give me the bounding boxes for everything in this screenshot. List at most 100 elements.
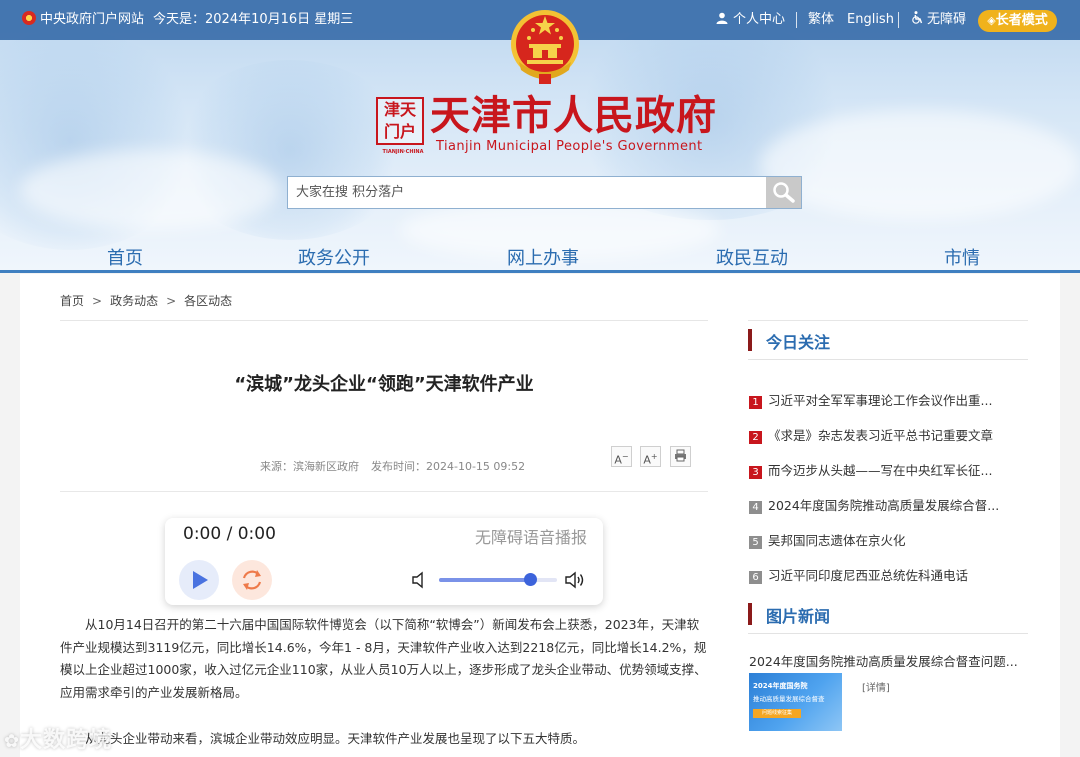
thumbnail-tag: 问题线索征集 xyxy=(753,709,801,718)
today-focus-title: 今日关注 xyxy=(766,333,831,352)
replay-icon xyxy=(242,570,262,590)
traditional-chinese-link[interactable]: 繁体 xyxy=(808,0,834,40)
elder-icon: ◈ xyxy=(987,14,996,27)
article-paragraph: 从龙头企业带动来看，滨城企业带动效应明显。天津软件产业发展也呈现了以下五大特质。 xyxy=(85,731,586,746)
tianjin-logo: 津天 门户 TIANJIN·CHINA xyxy=(376,97,424,155)
topbar-divider xyxy=(898,12,899,28)
news-item[interactable]: 1 习近平对全军军事理论工作会议作出重... xyxy=(749,390,1029,412)
news-title: 习近平对全军军事理论工作会议作出重... xyxy=(768,393,993,408)
search-box xyxy=(287,176,802,209)
thumbnail-text: 推动高质量发展综合督查 xyxy=(753,695,825,703)
news-rank: 6 xyxy=(749,571,762,584)
site-subtitle: Tianjin Municipal People's Government xyxy=(436,139,703,154)
print-button[interactable] xyxy=(670,446,691,467)
news-title: 《求是》杂志发表习近平总书记重要文章 xyxy=(768,428,994,443)
main-nav: 首页 政务公开 网上办事 政民互动 市情 xyxy=(0,240,1080,272)
elder-mode-button[interactable]: ◈长者模式 xyxy=(978,10,1057,32)
personal-center-label: 个人中心 xyxy=(733,12,786,27)
search-input[interactable] xyxy=(288,177,766,208)
gov-portal-link[interactable]: 中央政府门户网站 xyxy=(22,0,144,40)
main-content: 首页 > 政务动态 > 各区动态 “滨城”龙头企业“领跑”天津软件产业 来源：滨海新区政… xyxy=(20,274,1060,757)
sidebar-divider xyxy=(748,633,1028,634)
site-header: 中央政府门户网站 今天是：2024年10月16日 星期三 个人中心 繁体 Eng… xyxy=(0,0,1080,272)
search-button[interactable] xyxy=(766,177,801,208)
heading-bar xyxy=(748,603,752,625)
logo-text: 门户 xyxy=(383,122,416,141)
nav-item-interaction[interactable]: 政民互动 xyxy=(716,244,788,270)
logo-caption: TIANJIN·CHINA xyxy=(382,149,424,155)
search-icon xyxy=(773,182,795,203)
breadcrumb-districts[interactable]: 各区动态 xyxy=(184,292,232,309)
volume-high-icon[interactable] xyxy=(564,570,586,590)
nav-item-government-affairs[interactable]: 政务公开 xyxy=(298,244,370,270)
play-button[interactable] xyxy=(179,560,219,600)
article-paragraph: 从10月14日召开的第二十六届中国国际软件博览会（以下简称“软博会”）新闻发布会… xyxy=(60,617,707,700)
breadcrumb: 首页 > 政务动态 > 各区动态 xyxy=(60,292,232,309)
heading-bar xyxy=(748,329,752,351)
accessibility-label: 无障碍 xyxy=(927,12,967,27)
national-emblem-icon xyxy=(22,11,36,25)
volume-slider[interactable] xyxy=(439,573,557,586)
news-title: 吴邦国同志遗体在京火化 xyxy=(768,533,906,548)
news-title: 而今迈步从头越——写在中央红军长征... xyxy=(768,463,993,478)
news-item[interactable]: 6 习近平同印度尼西亚总统佐科通电话 xyxy=(749,565,1029,587)
gov-portal-label: 中央政府门户网站 xyxy=(40,12,145,27)
picture-news-detail-link[interactable]: [详情] xyxy=(862,679,890,694)
nav-underline xyxy=(0,270,1080,273)
breadcrumb-divider xyxy=(748,320,1028,321)
news-title: 习近平同印度尼西亚总统佐科通电话 xyxy=(768,568,969,583)
elder-mode-label: 长者模式 xyxy=(995,13,1048,28)
accessibility-link[interactable]: 无障碍 xyxy=(911,0,966,40)
news-item[interactable]: 2 《求是》杂志发表习近平总书记重要文章 xyxy=(749,425,1029,447)
news-rank: 1 xyxy=(749,396,762,409)
news-rank: 5 xyxy=(749,536,762,549)
logo-text: 津天 xyxy=(383,100,416,119)
printer-icon xyxy=(675,449,686,462)
breadcrumb-divider xyxy=(60,320,708,321)
user-icon xyxy=(716,12,728,24)
play-icon xyxy=(193,571,208,589)
picture-news-thumbnail[interactable]: 2024年度国务院 推动高质量发展综合督查 问题线索征集 xyxy=(749,673,842,731)
nav-item-online-services[interactable]: 网上办事 xyxy=(507,244,579,270)
wheelchair-icon xyxy=(912,11,923,24)
background-cloud xyxy=(20,150,280,230)
breadcrumb-news[interactable]: 政务动态 xyxy=(110,292,158,309)
background-cloud xyxy=(760,110,1080,220)
plus-icon: + xyxy=(650,452,658,461)
nav-item-home[interactable]: 首页 xyxy=(107,244,143,270)
font-decrease-button[interactable]: A− xyxy=(611,446,632,467)
player-label: 无障碍语音播报 xyxy=(474,528,587,547)
site-title: 天津市人民政府 xyxy=(430,92,717,139)
article-publish-time: 发布时间：2024-10-15 09:52 xyxy=(371,460,526,473)
watermark: ✿​大数跨境 xyxy=(4,722,112,753)
nav-item-city-info[interactable]: 市情 xyxy=(944,244,980,270)
news-item[interactable]: 3 而今迈步从头越——写在中央红军长征... xyxy=(749,460,1029,482)
breadcrumb-separator: > xyxy=(166,294,177,308)
article-divider xyxy=(60,491,708,492)
english-link[interactable]: English xyxy=(847,0,894,40)
date-label: 今天是：2024年10月16日 星期三 xyxy=(153,12,354,27)
volume-low-icon[interactable] xyxy=(411,570,425,590)
font-decrease-label: A xyxy=(614,453,622,467)
picture-news-item-title[interactable]: 2024年度国务院推动高质量发展综合督查问题... xyxy=(749,651,1018,670)
personal-center-link[interactable]: 个人中心 xyxy=(716,0,785,40)
topbar-divider xyxy=(796,12,797,28)
news-item[interactable]: 4 2024年度国务院推动高质量发展综合督... xyxy=(749,495,1029,517)
volume-slider-handle[interactable] xyxy=(524,573,537,586)
volume-slider-fill xyxy=(439,578,531,582)
picture-news-title: 图片新闻 xyxy=(766,607,831,626)
news-item[interactable]: 5 吴邦国同志遗体在京火化 xyxy=(749,530,1029,552)
news-title: 2024年度国务院推动高质量发展综合督... xyxy=(768,498,1000,513)
sidebar-divider xyxy=(748,359,1028,360)
font-increase-button[interactable]: A+ xyxy=(640,446,661,467)
news-rank: 2 xyxy=(749,431,762,444)
audio-player: 0:00 / 0:00 无障碍语音播报 xyxy=(165,518,603,605)
breadcrumb-separator: > xyxy=(92,294,103,308)
breadcrumb-home[interactable]: 首页 xyxy=(60,292,84,309)
replay-button[interactable] xyxy=(232,560,272,600)
player-time: 0:00 / 0:00 xyxy=(183,524,276,544)
watermark-logo-icon: ✿​ xyxy=(4,731,21,752)
national-emblem xyxy=(511,10,579,84)
minus-icon: − xyxy=(621,452,629,461)
article-source: 来源：滨海新区政府 xyxy=(260,460,359,473)
